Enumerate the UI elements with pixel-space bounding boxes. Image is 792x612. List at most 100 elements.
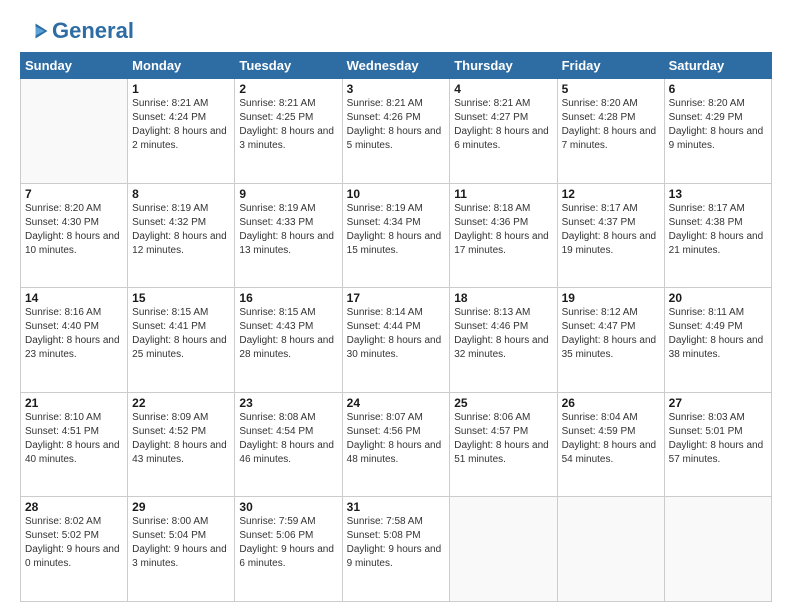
day-info: Sunrise: 8:21 AMSunset: 4:25 PMDaylight:… <box>239 97 337 153</box>
day-info: Sunrise: 8:19 AMSunset: 4:32 PMDaylight:… <box>132 202 230 258</box>
day-number: 15 <box>132 291 230 305</box>
calendar-cell: 11 Sunrise: 8:18 AMSunset: 4:36 PMDaylig… <box>450 183 557 288</box>
calendar-cell: 1 Sunrise: 8:21 AMSunset: 4:24 PMDayligh… <box>128 79 235 184</box>
day-info: Sunrise: 8:02 AMSunset: 5:02 PMDaylight:… <box>25 515 123 571</box>
day-number: 18 <box>454 291 552 305</box>
day-info: Sunrise: 8:14 AMSunset: 4:44 PMDaylight:… <box>347 306 446 362</box>
calendar-header-row: SundayMondayTuesdayWednesdayThursdayFrid… <box>21 53 772 79</box>
calendar-cell: 8 Sunrise: 8:19 AMSunset: 4:32 PMDayligh… <box>128 183 235 288</box>
calendar-cell: 5 Sunrise: 8:20 AMSunset: 4:28 PMDayligh… <box>557 79 664 184</box>
calendar-cell: 23 Sunrise: 8:08 AMSunset: 4:54 PMDaylig… <box>235 392 342 497</box>
page: General SundayMondayTuesdayWednesdayThur… <box>0 0 792 612</box>
day-number: 31 <box>347 500 446 514</box>
day-number: 28 <box>25 500 123 514</box>
day-info: Sunrise: 7:59 AMSunset: 5:06 PMDaylight:… <box>239 515 337 571</box>
calendar-cell: 25 Sunrise: 8:06 AMSunset: 4:57 PMDaylig… <box>450 392 557 497</box>
calendar-cell: 18 Sunrise: 8:13 AMSunset: 4:46 PMDaylig… <box>450 288 557 393</box>
calendar-cell: 20 Sunrise: 8:11 AMSunset: 4:49 PMDaylig… <box>664 288 771 393</box>
calendar-cell: 27 Sunrise: 8:03 AMSunset: 5:01 PMDaylig… <box>664 392 771 497</box>
calendar-cell: 10 Sunrise: 8:19 AMSunset: 4:34 PMDaylig… <box>342 183 450 288</box>
col-header-monday: Monday <box>128 53 235 79</box>
day-number: 24 <box>347 396 446 410</box>
day-info: Sunrise: 8:20 AMSunset: 4:30 PMDaylight:… <box>25 202 123 258</box>
week-row-0: 1 Sunrise: 8:21 AMSunset: 4:24 PMDayligh… <box>21 79 772 184</box>
col-header-saturday: Saturday <box>664 53 771 79</box>
day-number: 1 <box>132 82 230 96</box>
day-number: 26 <box>562 396 660 410</box>
day-number: 29 <box>132 500 230 514</box>
day-number: 21 <box>25 396 123 410</box>
day-info: Sunrise: 8:20 AMSunset: 4:29 PMDaylight:… <box>669 97 767 153</box>
day-info: Sunrise: 8:00 AMSunset: 5:04 PMDaylight:… <box>132 515 230 571</box>
calendar-cell: 26 Sunrise: 8:04 AMSunset: 4:59 PMDaylig… <box>557 392 664 497</box>
day-number: 14 <box>25 291 123 305</box>
col-header-thursday: Thursday <box>450 53 557 79</box>
day-info: Sunrise: 8:17 AMSunset: 4:38 PMDaylight:… <box>669 202 767 258</box>
calendar-cell <box>557 497 664 602</box>
calendar-cell: 24 Sunrise: 8:07 AMSunset: 4:56 PMDaylig… <box>342 392 450 497</box>
day-number: 22 <box>132 396 230 410</box>
day-number: 9 <box>239 187 337 201</box>
calendar-cell: 31 Sunrise: 7:58 AMSunset: 5:08 PMDaylig… <box>342 497 450 602</box>
day-number: 5 <box>562 82 660 96</box>
calendar-cell: 22 Sunrise: 8:09 AMSunset: 4:52 PMDaylig… <box>128 392 235 497</box>
day-number: 13 <box>669 187 767 201</box>
calendar-cell: 21 Sunrise: 8:10 AMSunset: 4:51 PMDaylig… <box>21 392 128 497</box>
day-info: Sunrise: 8:17 AMSunset: 4:37 PMDaylight:… <box>562 202 660 258</box>
calendar-cell: 29 Sunrise: 8:00 AMSunset: 5:04 PMDaylig… <box>128 497 235 602</box>
day-info: Sunrise: 8:19 AMSunset: 4:33 PMDaylight:… <box>239 202 337 258</box>
calendar-cell: 7 Sunrise: 8:20 AMSunset: 4:30 PMDayligh… <box>21 183 128 288</box>
col-header-friday: Friday <box>557 53 664 79</box>
calendar-cell: 2 Sunrise: 8:21 AMSunset: 4:25 PMDayligh… <box>235 79 342 184</box>
day-number: 10 <box>347 187 446 201</box>
calendar-cell: 28 Sunrise: 8:02 AMSunset: 5:02 PMDaylig… <box>21 497 128 602</box>
day-info: Sunrise: 8:19 AMSunset: 4:34 PMDaylight:… <box>347 202 446 258</box>
day-info: Sunrise: 8:15 AMSunset: 4:41 PMDaylight:… <box>132 306 230 362</box>
day-info: Sunrise: 8:06 AMSunset: 4:57 PMDaylight:… <box>454 411 552 467</box>
header: General <box>20 18 772 44</box>
day-info: Sunrise: 8:21 AMSunset: 4:26 PMDaylight:… <box>347 97 446 153</box>
day-number: 16 <box>239 291 337 305</box>
col-header-wednesday: Wednesday <box>342 53 450 79</box>
day-info: Sunrise: 7:58 AMSunset: 5:08 PMDaylight:… <box>347 515 446 571</box>
day-info: Sunrise: 8:21 AMSunset: 4:27 PMDaylight:… <box>454 97 552 153</box>
calendar-cell: 17 Sunrise: 8:14 AMSunset: 4:44 PMDaylig… <box>342 288 450 393</box>
day-info: Sunrise: 8:13 AMSunset: 4:46 PMDaylight:… <box>454 306 552 362</box>
day-number: 20 <box>669 291 767 305</box>
week-row-3: 21 Sunrise: 8:10 AMSunset: 4:51 PMDaylig… <box>21 392 772 497</box>
logo: General <box>20 18 134 44</box>
day-number: 23 <box>239 396 337 410</box>
day-number: 25 <box>454 396 552 410</box>
day-number: 4 <box>454 82 552 96</box>
day-info: Sunrise: 8:11 AMSunset: 4:49 PMDaylight:… <box>669 306 767 362</box>
calendar-cell: 6 Sunrise: 8:20 AMSunset: 4:29 PMDayligh… <box>664 79 771 184</box>
day-info: Sunrise: 8:21 AMSunset: 4:24 PMDaylight:… <box>132 97 230 153</box>
calendar-cell: 15 Sunrise: 8:15 AMSunset: 4:41 PMDaylig… <box>128 288 235 393</box>
calendar-cell: 16 Sunrise: 8:15 AMSunset: 4:43 PMDaylig… <box>235 288 342 393</box>
day-number: 8 <box>132 187 230 201</box>
day-number: 17 <box>347 291 446 305</box>
day-number: 12 <box>562 187 660 201</box>
day-number: 19 <box>562 291 660 305</box>
day-info: Sunrise: 8:20 AMSunset: 4:28 PMDaylight:… <box>562 97 660 153</box>
calendar-cell: 4 Sunrise: 8:21 AMSunset: 4:27 PMDayligh… <box>450 79 557 184</box>
day-number: 7 <box>25 187 123 201</box>
day-info: Sunrise: 8:08 AMSunset: 4:54 PMDaylight:… <box>239 411 337 467</box>
day-number: 11 <box>454 187 552 201</box>
logo-text: General <box>52 18 134 44</box>
calendar-cell: 12 Sunrise: 8:17 AMSunset: 4:37 PMDaylig… <box>557 183 664 288</box>
week-row-4: 28 Sunrise: 8:02 AMSunset: 5:02 PMDaylig… <box>21 497 772 602</box>
calendar-cell: 14 Sunrise: 8:16 AMSunset: 4:40 PMDaylig… <box>21 288 128 393</box>
day-number: 27 <box>669 396 767 410</box>
day-info: Sunrise: 8:10 AMSunset: 4:51 PMDaylight:… <box>25 411 123 467</box>
calendar-cell: 19 Sunrise: 8:12 AMSunset: 4:47 PMDaylig… <box>557 288 664 393</box>
calendar-cell: 3 Sunrise: 8:21 AMSunset: 4:26 PMDayligh… <box>342 79 450 184</box>
day-info: Sunrise: 8:03 AMSunset: 5:01 PMDaylight:… <box>669 411 767 467</box>
calendar-cell <box>21 79 128 184</box>
day-number: 30 <box>239 500 337 514</box>
calendar-table: SundayMondayTuesdayWednesdayThursdayFrid… <box>20 52 772 602</box>
day-info: Sunrise: 8:15 AMSunset: 4:43 PMDaylight:… <box>239 306 337 362</box>
calendar-cell: 9 Sunrise: 8:19 AMSunset: 4:33 PMDayligh… <box>235 183 342 288</box>
calendar-cell <box>664 497 771 602</box>
calendar-cell: 30 Sunrise: 7:59 AMSunset: 5:06 PMDaylig… <box>235 497 342 602</box>
